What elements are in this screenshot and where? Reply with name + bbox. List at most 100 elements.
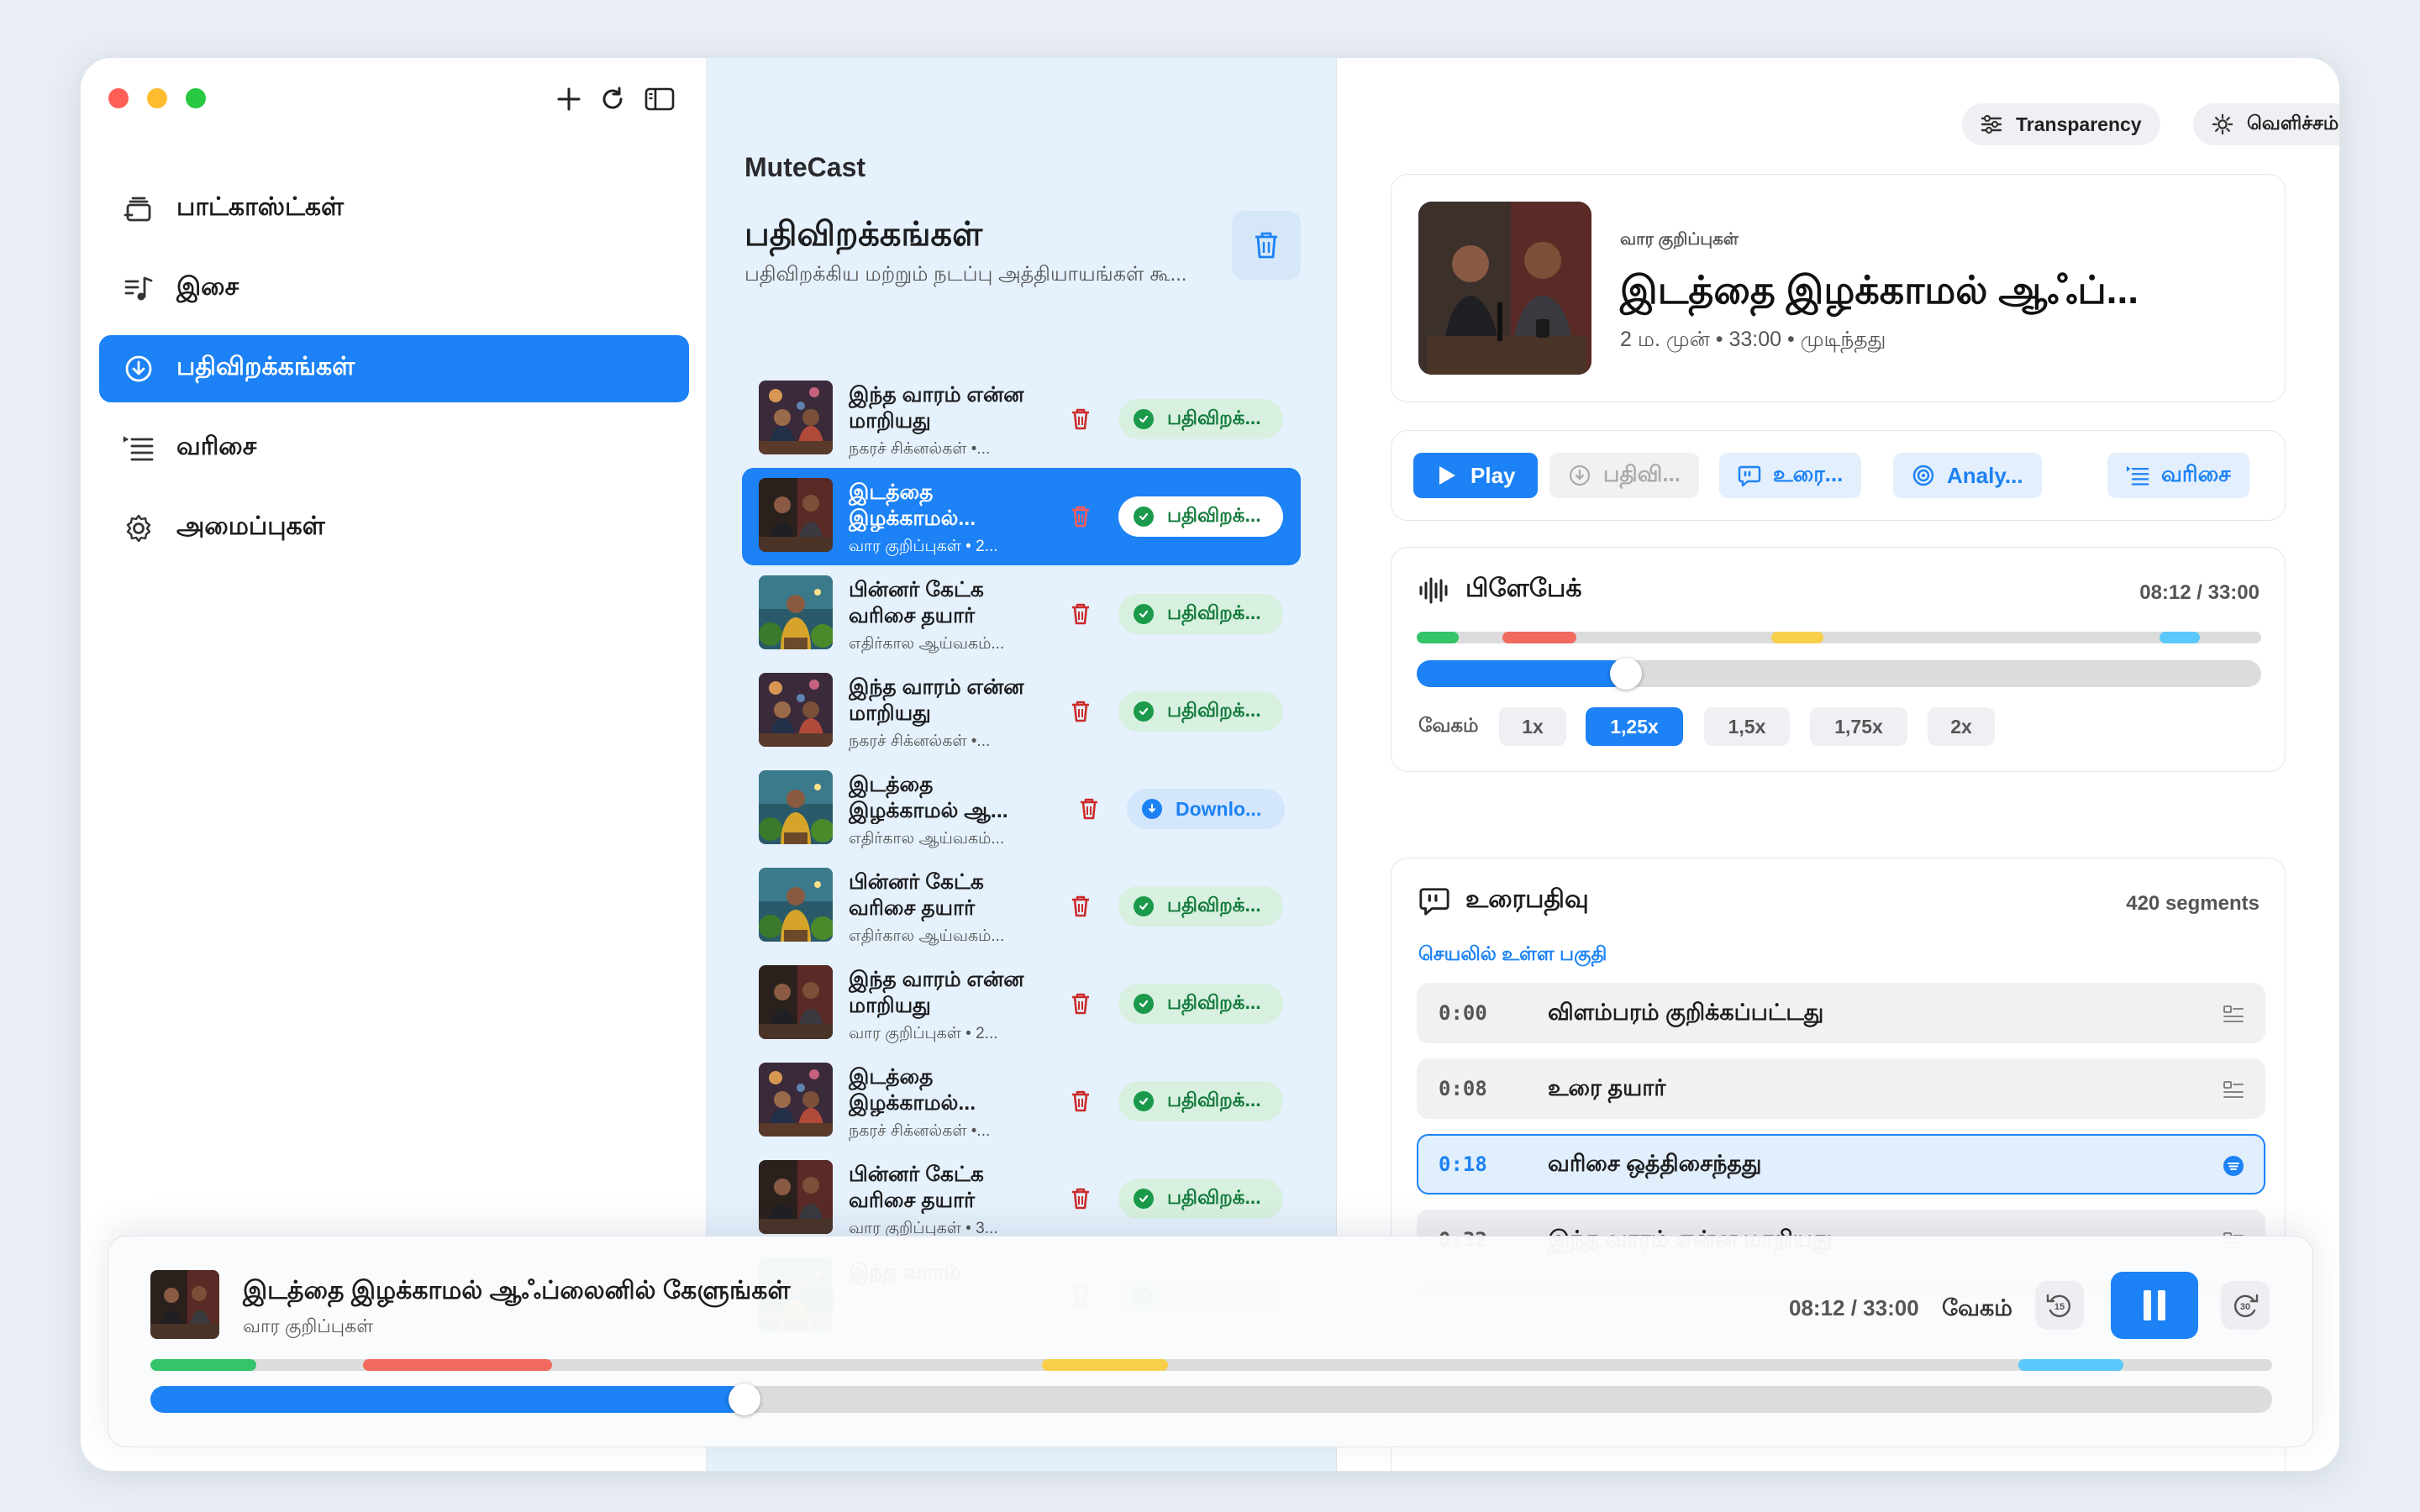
delete-download-button[interactable] [1074,794,1104,824]
download-row[interactable]: இடத்தை இழக்காமல் ஆ... எதிர்கால ஆய்வகம்...… [742,760,1301,858]
download-row[interactable]: இடத்தை இழக்காமல்... நகரச் சிக்னல்கள் •...… [742,1053,1301,1150]
close-window-button[interactable] [108,88,129,108]
gear-icon [121,511,156,546]
sidebar-item-podcasts[interactable]: பாட்காஸ்ட்கள் [99,176,689,243]
sidebar-item-music[interactable]: இசை [99,255,689,323]
speed-option-1-5x[interactable]: 1,5x [1704,707,1790,746]
episode-meta: 2 ம. முன் • 33:00 • முடிந்தது [1620,328,1886,351]
mini-player-show: வார குறிப்புகள் [243,1315,374,1336]
sidebar-item-label: வரிசை [176,433,257,460]
analyze-label: Analy... [1947,462,2023,488]
sidebar-item-queue[interactable]: வரிசை [99,415,689,482]
chapter-marker [363,1359,552,1371]
download-row-title: இடத்தை இழக்காமல்... [849,1065,976,1115]
sidebar-item-downloads[interactable]: பதிவிறக்கங்கள் [99,335,689,402]
download-circle-icon [1568,464,1591,487]
delete-download-button[interactable] [1065,891,1096,921]
download-row-title: இந்த வாரம் என்ன மாறியது [849,675,1024,725]
queue-icon [121,431,156,466]
playback-time: 08:12 / 33:00 [2139,581,2260,604]
transparency-button[interactable]: Transparency [1962,103,2160,145]
zoom-window-button[interactable] [186,88,206,108]
download-row-title: பின்னர் கேட்க வரிசை தயார் [849,1163,984,1212]
playback-progress-slider[interactable] [1417,658,2261,690]
segment-details-icon[interactable] [2222,1003,2245,1026]
progress-fill [1417,660,1627,687]
download-row-meta: எதிர்கால ஆய்வகம்... [849,927,1005,945]
trash-icon [1070,504,1092,529]
page-subtitle: பதிவிறக்கிய மற்றும் நடப்பு அத்தியாயங்கள்… [744,263,1187,286]
skip-back-button[interactable]: 15 [2035,1281,2084,1330]
mini-player-progress-slider[interactable] [150,1383,2272,1415]
add-icon[interactable] [553,83,585,115]
delete-download-button[interactable] [1065,1086,1096,1116]
speed-option-1-25x[interactable]: 1,25x [1586,707,1683,746]
download-button[interactable]: பதிவி... [1549,453,1699,498]
transcript-segment[interactable]: 0:08 உரை தயார் [1417,1058,2265,1119]
check-circle-icon [1134,1091,1154,1111]
active-segment-icon[interactable] [2222,1154,2245,1178]
download-row[interactable]: பின்னர் கேட்க வரிசை தயார் எதிர்கால ஆய்வகம… [742,565,1301,663]
page-title: பதிவிறக்கங்கள் [744,216,983,253]
segment-text: விளம்பரம் குறிக்கப்பட்டது [1548,1000,1824,1025]
sidebar-item-label: அமைப்புகள் [176,512,325,540]
chapter-marker [1771,632,1823,643]
episode-thumbnail [759,673,833,747]
trash-icon [1070,407,1092,432]
download-row-title: இந்த வாரம் என்ன மாறியது [849,383,1024,433]
transcript-segment[interactable]: 0:18 வரிசை ஒத்திசைந்தது [1417,1134,2265,1194]
download-row[interactable]: இடத்தை இழக்காமல்... வார குறிப்புகள் • 2..… [742,468,1301,565]
delete-download-button[interactable] [1065,696,1096,727]
skip-forward-button[interactable]: 30 [2221,1281,2270,1330]
mini-player: இடத்தை இழக்காமல் ஆஃப்லைனில் கேளுங்கள் வா… [108,1236,2313,1447]
sidebar-toggle-icon[interactable] [644,83,676,115]
sliders-icon [1981,113,2002,135]
sidebar-item-settings[interactable]: அமைப்புகள் [99,495,689,562]
speed-option-1-75x[interactable]: 1,75x [1810,707,1907,746]
analyze-button[interactable]: Analy... [1893,453,2042,498]
chapter-marker [1417,632,1459,643]
download-row-title: இடத்தை இழக்காமல் ஆ... [849,773,1008,822]
mini-player-speed-button[interactable]: வேகம் [1942,1295,2012,1325]
trash-icon [1070,699,1092,724]
delete-download-button[interactable] [1065,1184,1096,1214]
progress-knob[interactable] [1610,658,1643,690]
speed-option-1x[interactable]: 1x [1499,707,1566,746]
download-row[interactable]: இந்த வாரம் என்ன மாறியது நகரச் சிக்னல்கள் … [742,370,1301,468]
sidebar-item-label: பாட்காஸ்ட்கள் [176,193,345,221]
trash-icon [1252,230,1281,260]
status-label: பதிவிறக்... [1167,991,1261,1013]
delete-download-button[interactable] [1065,989,1096,1019]
active-segment-link[interactable]: செயலில் உள்ள பகுதி [1418,942,1607,968]
trash-icon [1070,1089,1092,1114]
episode-thumbnail [759,770,833,844]
minimize-window-button[interactable] [147,88,167,108]
download-row[interactable]: இந்த வாரம் என்ன மாறியது வார குறிப்புகள் •… [742,955,1301,1053]
delete-download-button[interactable] [1065,404,1096,434]
pause-button[interactable] [2111,1272,2198,1339]
clear-downloads-button[interactable] [1232,211,1301,280]
download-row[interactable]: பின்னர் கேட்க வரிசை தயார் வார குறிப்புகள்… [742,1150,1301,1247]
refresh-icon[interactable] [597,83,629,115]
add-to-queue-button[interactable]: வரிசை [2107,453,2249,498]
svg-text:15: 15 [2054,1302,2065,1312]
delete-download-button[interactable] [1065,599,1096,629]
transcript-label: உரை... [1773,461,1844,486]
speed-option-2x[interactable]: 2x [1928,707,1995,746]
status-label: Downlo... [1176,797,1262,820]
status-label: பதிவிறக்... [1167,504,1261,526]
mini-player-time: 08:12 / 33:00 [1789,1295,1919,1320]
transcript-button[interactable]: உரை... [1719,453,1862,498]
download-row-title: பின்னர் கேட்க வரிசை தயார் [849,578,984,627]
download-row[interactable]: பின்னர் கேட்க வரிசை தயார் எதிர்கால ஆய்வகம… [742,858,1301,955]
transcript-segment[interactable]: 0:00 விளம்பரம் குறிக்கப்பட்டது [1417,983,2265,1043]
delete-download-button[interactable] [1065,501,1096,532]
download-row-meta: நகரச் சிக்னல்கள் •... [849,1122,991,1140]
play-button[interactable]: Play [1413,453,1538,498]
transcript-title-label: உரைபதிவு [1465,885,1589,913]
progress-knob[interactable] [729,1383,760,1415]
segment-text: வரிசை ஒத்திசைந்தது [1548,1151,1762,1176]
segment-details-icon[interactable] [2222,1079,2245,1102]
download-row[interactable]: இந்த வாரம் என்ன மாறியது நகரச் சிக்னல்கள் … [742,663,1301,760]
brightness-button[interactable]: வெளிச்சம் [2193,103,2339,145]
